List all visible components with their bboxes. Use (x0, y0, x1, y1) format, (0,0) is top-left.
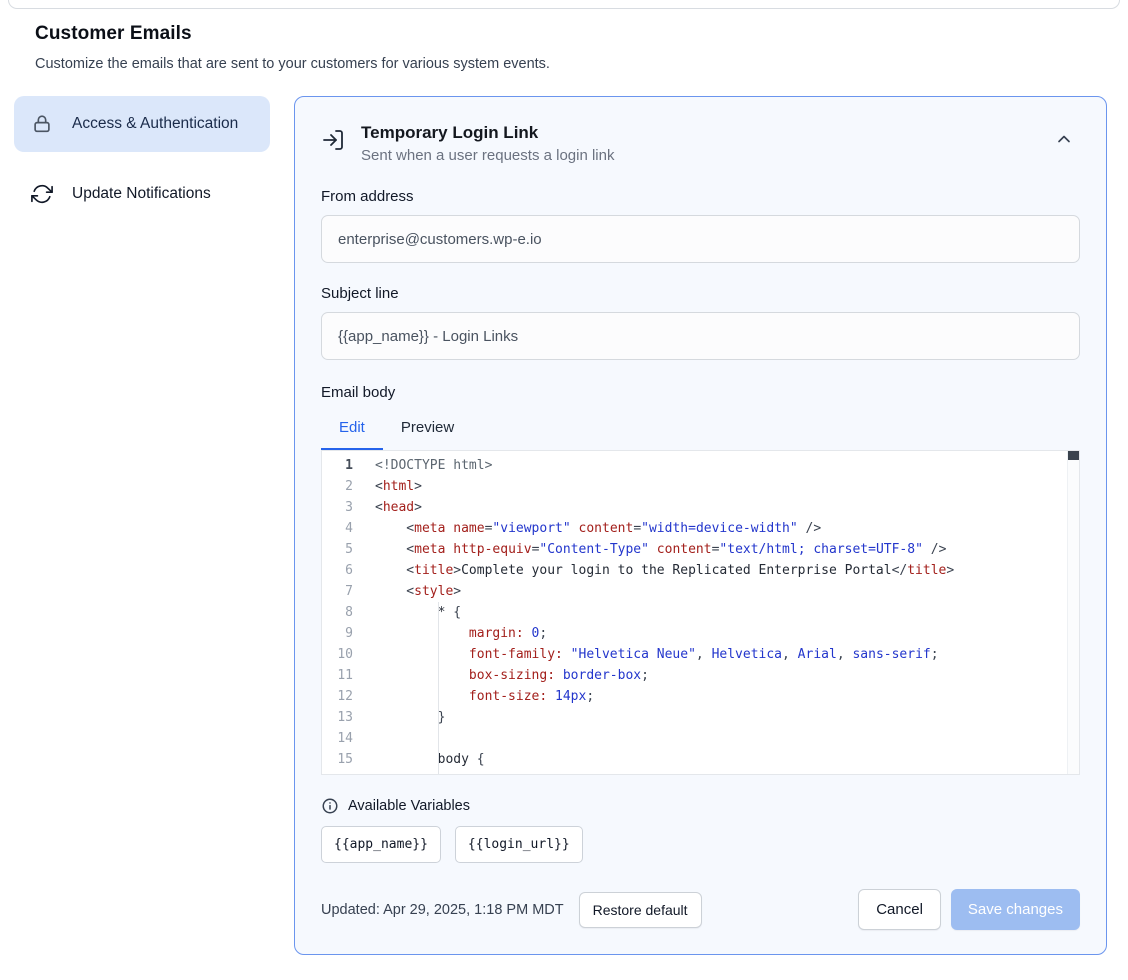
save-changes-button[interactable]: Save changes (951, 889, 1080, 930)
variable-chip-app-name[interactable]: {{app_name}} (321, 826, 441, 863)
code-line: 1<!DOCTYPE html> (322, 455, 1079, 476)
code-line: 6 <title>Complete your login to the Repl… (322, 560, 1079, 581)
top-card-edge (8, 0, 1120, 9)
line-number: 1 (322, 455, 366, 476)
lock-icon (30, 112, 54, 136)
login-icon (321, 128, 345, 152)
indent-guide (438, 602, 439, 774)
code-line: 14 (322, 728, 1079, 749)
editor-tabs: EditPreview (321, 407, 1080, 450)
code-line: 15 body { (322, 749, 1079, 770)
code-line: 7 <style> (322, 581, 1079, 602)
code-line: 5 <meta http-equiv="Content-Type" conten… (322, 539, 1079, 560)
line-number: 9 (322, 623, 366, 644)
line-number: 4 (322, 518, 366, 539)
line-number: 2 (322, 476, 366, 497)
line-number: 10 (322, 644, 366, 665)
code-line: 4 <meta name="viewport" content="width=d… (322, 518, 1079, 539)
code-line: 8 * { (322, 602, 1079, 623)
code-line: 16 background-color: #f6f6f6; (322, 770, 1079, 775)
line-number: 16 (322, 770, 366, 775)
code-line: 11 box-sizing: border-box; (322, 665, 1079, 686)
from-address-input[interactable] (321, 215, 1080, 263)
code-line: 13 } (322, 707, 1079, 728)
chevron-up-icon (1054, 129, 1074, 152)
line-number: 5 (322, 539, 366, 560)
code-line: 10 font-family: "Helvetica Neue", Helvet… (322, 644, 1079, 665)
line-number: 15 (322, 749, 366, 770)
panel-subtitle: Sent when a user requests a login link (361, 147, 614, 164)
sidebar-item-access-authentication[interactable]: Access & Authentication (14, 96, 270, 152)
email-body-label: Email body (321, 384, 1080, 401)
line-number: 3 (322, 497, 366, 518)
email-template-panel: Temporary Login Link Sent when a user re… (294, 96, 1107, 955)
page-subtitle: Customize the emails that are sent to yo… (35, 56, 1093, 72)
variable-chip-login-url[interactable]: {{login_url}} (455, 826, 583, 863)
available-variables-label: Available Variables (348, 798, 470, 814)
sidebar-item-label: Update Notifications (72, 182, 211, 206)
variable-chips: {{app_name}} {{login_url}} (321, 826, 1080, 863)
cancel-button[interactable]: Cancel (858, 889, 941, 930)
subject-line-label: Subject line (321, 285, 1080, 302)
info-icon[interactable] (321, 797, 339, 815)
code-line: 12 font-size: 14px; (322, 686, 1079, 707)
email-body-editor[interactable]: 1<!DOCTYPE html>2<html>3<head>4 <meta na… (321, 450, 1080, 775)
editor-scrollbar[interactable] (1067, 451, 1079, 774)
line-number: 13 (322, 707, 366, 728)
code-line: 9 margin: 0; (322, 623, 1079, 644)
code-line: 3<head> (322, 497, 1079, 518)
restore-default-button[interactable]: Restore default (579, 892, 702, 928)
line-number: 11 (322, 665, 366, 686)
line-number: 12 (322, 686, 366, 707)
collapse-button[interactable] (1048, 123, 1080, 158)
editor-scrollbar-thumb[interactable] (1068, 451, 1079, 460)
from-address-label: From address (321, 188, 1080, 205)
line-number: 14 (322, 728, 366, 749)
sidebar-item-label: Access & Authentication (72, 112, 238, 136)
page-title: Customer Emails (35, 23, 1093, 45)
tab-edit[interactable]: Edit (321, 407, 383, 450)
line-number: 8 (322, 602, 366, 623)
line-number: 7 (322, 581, 366, 602)
sidebar: Access & Authentication Update Notificati… (14, 96, 270, 222)
tab-preview[interactable]: Preview (383, 407, 472, 450)
updated-timestamp: Updated: Apr 29, 2025, 1:18 PM MDT (321, 902, 564, 918)
refresh-icon (30, 182, 54, 206)
line-number: 6 (322, 560, 366, 581)
code-line: 2<html> (322, 476, 1079, 497)
sidebar-item-update-notifications[interactable]: Update Notifications (14, 166, 270, 222)
panel-title: Temporary Login Link (361, 123, 614, 143)
subject-line-input[interactable] (321, 312, 1080, 360)
